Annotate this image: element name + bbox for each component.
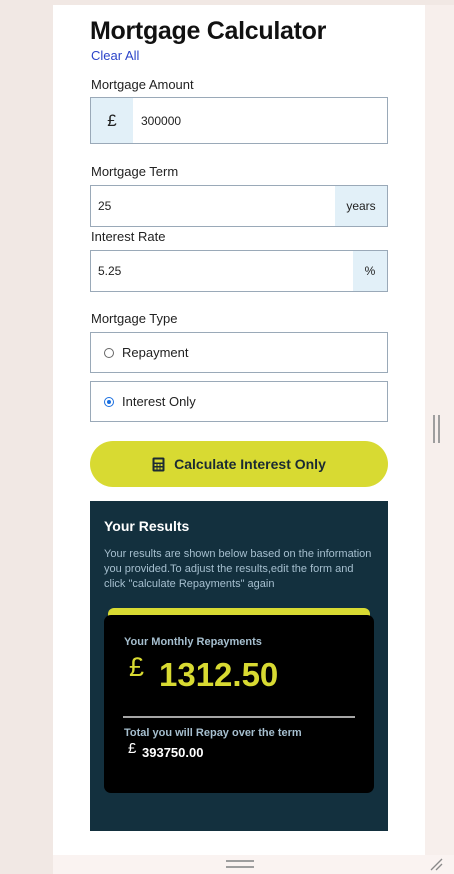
interest-rate-input[interactable] [98, 251, 348, 291]
interest-rate-field: % [90, 250, 388, 292]
calculator-icon [152, 457, 165, 471]
page-title: Mortgage Calculator [90, 17, 326, 45]
mortgage-amount-label: Mortgage Amount [91, 77, 194, 92]
mortgage-term-input[interactable] [98, 186, 328, 226]
horizontal-resize-handle[interactable] [226, 860, 254, 868]
results-panel: Your Results Your results are shown belo… [90, 501, 388, 831]
interest-rate-label: Interest Rate [91, 229, 166, 244]
total-repay-label: Total you will Repay over the term [124, 727, 302, 739]
calculate-button[interactable]: Calculate Interest Only [90, 441, 388, 487]
results-title: Your Results [104, 518, 190, 534]
monthly-repayments-value: 1312.50 [159, 656, 279, 693]
clear-all-link[interactable]: Clear All [91, 48, 139, 63]
repayment-radio[interactable] [104, 347, 114, 358]
interest-only-radio[interactable] [104, 396, 114, 407]
total-repay-value: 393750.00 [142, 745, 204, 760]
monthly-currency-symbol: £ [129, 652, 145, 682]
mortgage-amount-field: £ [90, 97, 388, 144]
mortgage-type-label: Mortgage Type [91, 311, 178, 326]
percent-suffix: % [353, 251, 387, 291]
repayment-option[interactable]: Repayment [90, 332, 388, 373]
vertical-resize-handle[interactable] [433, 415, 440, 443]
pound-icon: £ [91, 98, 133, 143]
years-suffix: years [335, 186, 387, 226]
results-divider [123, 716, 355, 718]
interest-only-label: Interest Only [122, 394, 196, 409]
monthly-repayments-label: Your Monthly Repayments [124, 636, 262, 648]
calculate-button-label: Calculate Interest Only [174, 456, 326, 472]
interest-only-option[interactable]: Interest Only [90, 381, 388, 422]
total-currency-symbol: £ [128, 740, 137, 757]
mortgage-amount-input[interactable] [141, 98, 381, 143]
resize-grip-icon[interactable] [428, 856, 444, 872]
repayment-label: Repayment [122, 345, 189, 360]
mortgage-term-field: years [90, 185, 388, 227]
results-description: Your results are shown below based on th… [104, 548, 372, 590]
results-summary-card: Your Monthly Repayments £ 1312.50 Total … [104, 615, 374, 793]
mortgage-term-label: Mortgage Term [91, 164, 179, 179]
